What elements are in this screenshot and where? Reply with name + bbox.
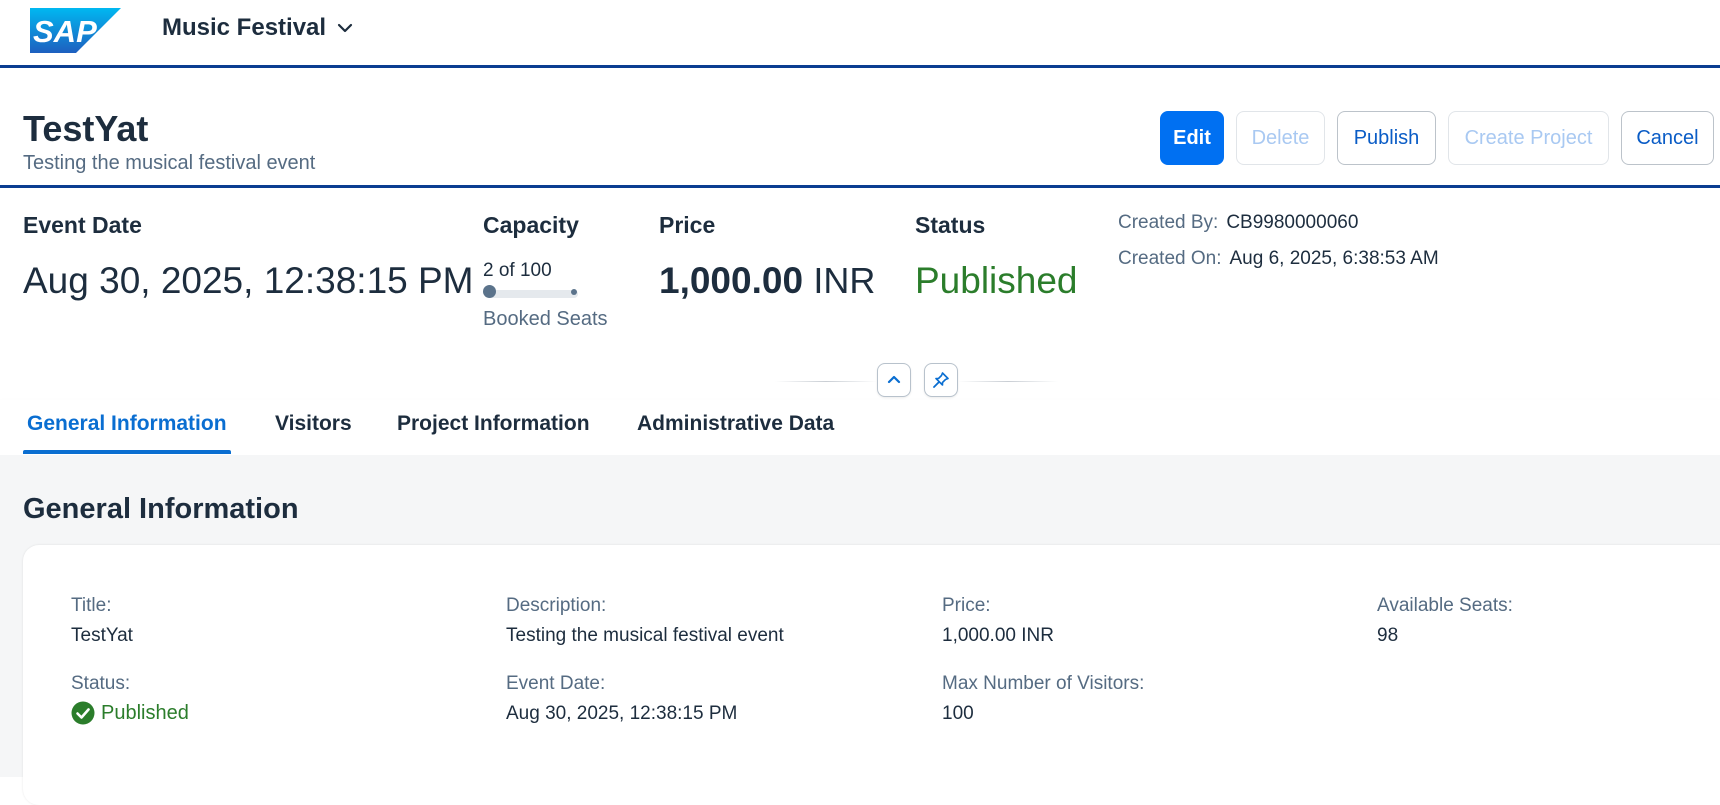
- capacity-label: Capacity: [483, 212, 579, 238]
- created-on: Created On: Aug 6, 2025, 6:38:53 AM: [1118, 248, 1439, 270]
- tab-administrative-data[interactable]: Administrative Data: [637, 412, 834, 436]
- app-title-menu[interactable]: Music Festival: [162, 14, 354, 42]
- max-visitors-value: 100: [942, 703, 974, 724]
- section-tabs: General Information Visitors Project Inf…: [0, 400, 1720, 455]
- section-title: General Information: [23, 493, 299, 525]
- price-label: Price: [659, 212, 716, 238]
- title-label: Title:: [71, 595, 112, 616]
- price-field-value: 1,000.00 INR: [942, 625, 1054, 646]
- create-project-button[interactable]: Create Project: [1448, 111, 1609, 165]
- success-check-icon: [71, 701, 95, 725]
- shell-bar: SAP Music Festival: [0, 0, 1720, 68]
- object-subtitle: Testing the musical festival event: [23, 152, 316, 174]
- capacity-bar: [488, 290, 578, 298]
- available-seats-value: 98: [1377, 625, 1399, 646]
- svg-text:SAP: SAP: [33, 14, 97, 49]
- status-value: Published: [915, 260, 1078, 301]
- created-by: Created By: CB9980000060: [1118, 212, 1358, 234]
- capacity-bar-end: [571, 289, 577, 295]
- title-value: TestYat: [71, 625, 133, 646]
- status-label: Status: [915, 212, 986, 238]
- publish-button[interactable]: Publish: [1337, 111, 1436, 165]
- description-value: Testing the musical festival event: [506, 625, 784, 646]
- active-tab-indicator: [23, 450, 231, 454]
- capacity-sublabel: Booked Seats: [483, 308, 608, 330]
- event-date-field-label: Event Date:: [506, 673, 606, 694]
- chevron-down-icon: [337, 23, 353, 33]
- price-amount: 1,000.00: [659, 260, 804, 301]
- tab-general-information[interactable]: General Information: [27, 412, 227, 436]
- general-info-card: Title: TestYat Description: Testing the …: [23, 545, 1720, 805]
- object-title: TestYat: [23, 108, 149, 149]
- event-date-value: Aug 30, 2025, 12:38:15 PM: [23, 260, 474, 301]
- available-seats-label: Available Seats:: [1377, 595, 1513, 616]
- event-date-field-value: Aug 30, 2025, 12:38:15 PM: [506, 703, 738, 724]
- capacity-text: 2 of 100: [483, 260, 552, 281]
- max-visitors-label: Max Number of Visitors:: [942, 673, 1145, 694]
- cancel-button[interactable]: Cancel: [1621, 111, 1714, 165]
- edit-button[interactable]: Edit: [1160, 111, 1224, 165]
- price-field-label: Price:: [942, 595, 991, 616]
- status-field-label: Status:: [71, 673, 131, 694]
- description-label: Description:: [506, 595, 607, 616]
- status-field-value: Published: [71, 701, 189, 725]
- object-page-header: TestYat Testing the musical festival eve…: [0, 68, 1720, 188]
- status-field-text: Published: [101, 701, 189, 724]
- event-date-label: Event Date: [23, 212, 142, 238]
- collapse-header-button[interactable]: [877, 363, 911, 397]
- created-on-value: Aug 6, 2025, 6:38:53 AM: [1229, 248, 1439, 269]
- sap-logo[interactable]: SAP: [30, 8, 121, 53]
- page-content: General Information Title: TestYat Descr…: [0, 455, 1720, 805]
- created-by-value: CB9980000060: [1226, 212, 1359, 233]
- tab-visitors[interactable]: Visitors: [275, 412, 352, 436]
- tab-project-information[interactable]: Project Information: [397, 412, 590, 436]
- created-by-label: Created By:: [1118, 212, 1219, 233]
- created-on-label: Created On:: [1118, 248, 1222, 269]
- header-divider-right: [958, 381, 1058, 382]
- price-currency: INR: [813, 260, 876, 301]
- pin-icon: [933, 372, 949, 388]
- chevron-up-icon: [887, 375, 901, 384]
- pin-header-button[interactable]: [924, 363, 958, 397]
- delete-button[interactable]: Delete: [1236, 111, 1325, 165]
- header-actions: Edit Delete Publish Create Project Cance…: [1160, 111, 1714, 165]
- app-title: Music Festival: [162, 14, 327, 41]
- price-value: 1,000.00 INR: [659, 260, 875, 302]
- header-divider-left: [775, 381, 877, 382]
